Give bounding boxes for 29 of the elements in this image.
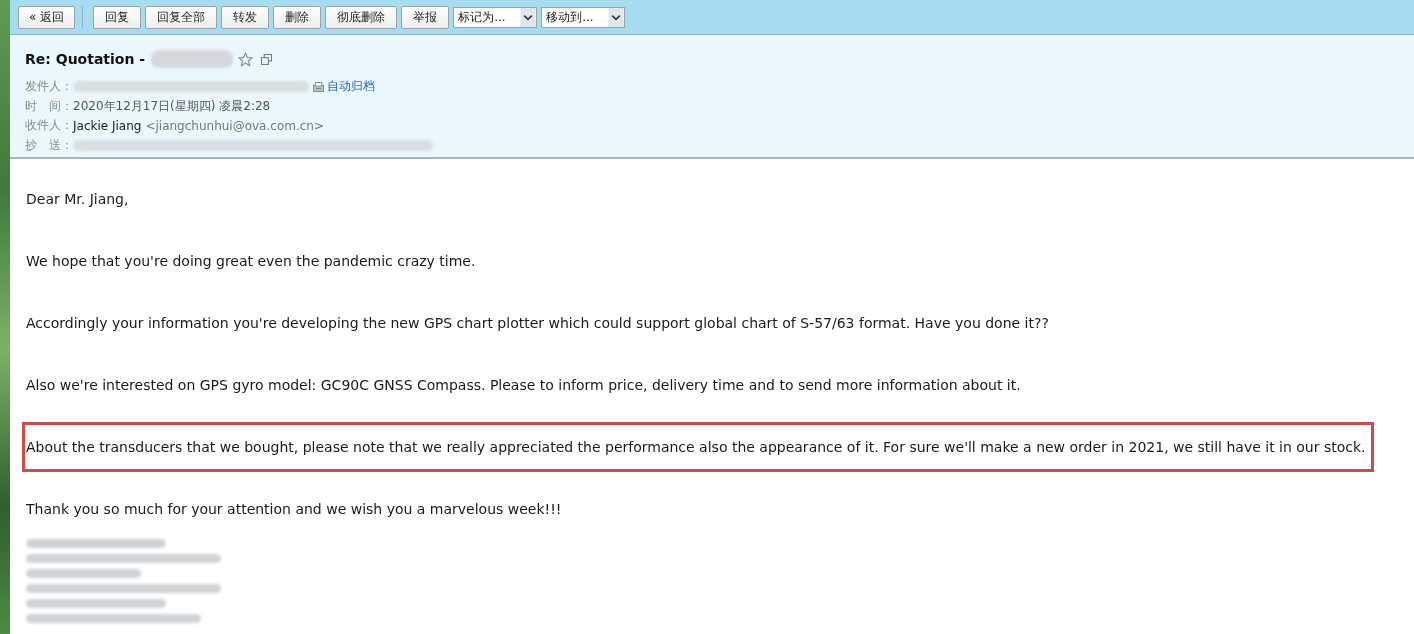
chevron-down-icon[interactable]: [520, 7, 537, 27]
field-label: 收件人：: [25, 117, 73, 135]
paragraph: Thank you so much for your attention and we wish you a marvelous week!!!: [26, 500, 562, 519]
toolbar-button[interactable]: 举报: [401, 5, 450, 29]
dropdown[interactable]: 标记为...: [453, 6, 538, 28]
toolbar-button[interactable]: 删除: [273, 5, 322, 29]
archive-link[interactable]: 自动归档: [327, 78, 375, 96]
star-icon[interactable]: [238, 51, 254, 67]
paragraph: Also we're interested on GPS gyro model: GC90C GNSS Compass. Please to inform price, delivery time and to send more information about it.: [26, 376, 1021, 395]
field-label: 抄 送：: [25, 136, 73, 154]
highlighted-paragraph: About the transducers that we bought, please note that we really appreciated the performance also the appearance of it. For sure we'll make a new order in 2021, we still have it in our stock.: [22, 422, 1374, 472]
field-label: 发件人：: [25, 78, 73, 96]
field-value: 2020年12月17日(星期四) 凌晨2:28: [73, 97, 271, 115]
dropdown[interactable]: 移动到...: [541, 6, 626, 28]
toolbar-button[interactable]: 彻底删除: [325, 5, 398, 29]
subject-title: Re: Quotation -: [25, 51, 146, 67]
overlapping-squares-icon[interactable]: [261, 53, 273, 65]
paragraph: We hope that you're doing great even the pandemic crazy time.: [26, 252, 476, 271]
paragraph: Accordingly your information you're developing the new GPS chart plotter which could support global chart of S-57/63 format. Have you done it??: [26, 314, 1049, 333]
recipient-email: <jiangchunhui@ova.com.cn>: [145, 118, 324, 133]
toolbar-button[interactable]: 回复全部: [145, 5, 218, 29]
chevron-down-icon[interactable]: [608, 7, 625, 27]
field-label: 时 间：: [25, 97, 73, 115]
back-button[interactable]: « 返回: [18, 5, 76, 29]
paragraph: Dear Mr. Jiang,: [26, 190, 129, 209]
toolbar-button[interactable]: 转发: [221, 5, 270, 29]
toolbar-button[interactable]: 回复: [93, 5, 142, 29]
recipient-name: Jackie Jiang: [73, 118, 142, 133]
tray-icon: [313, 81, 324, 92]
